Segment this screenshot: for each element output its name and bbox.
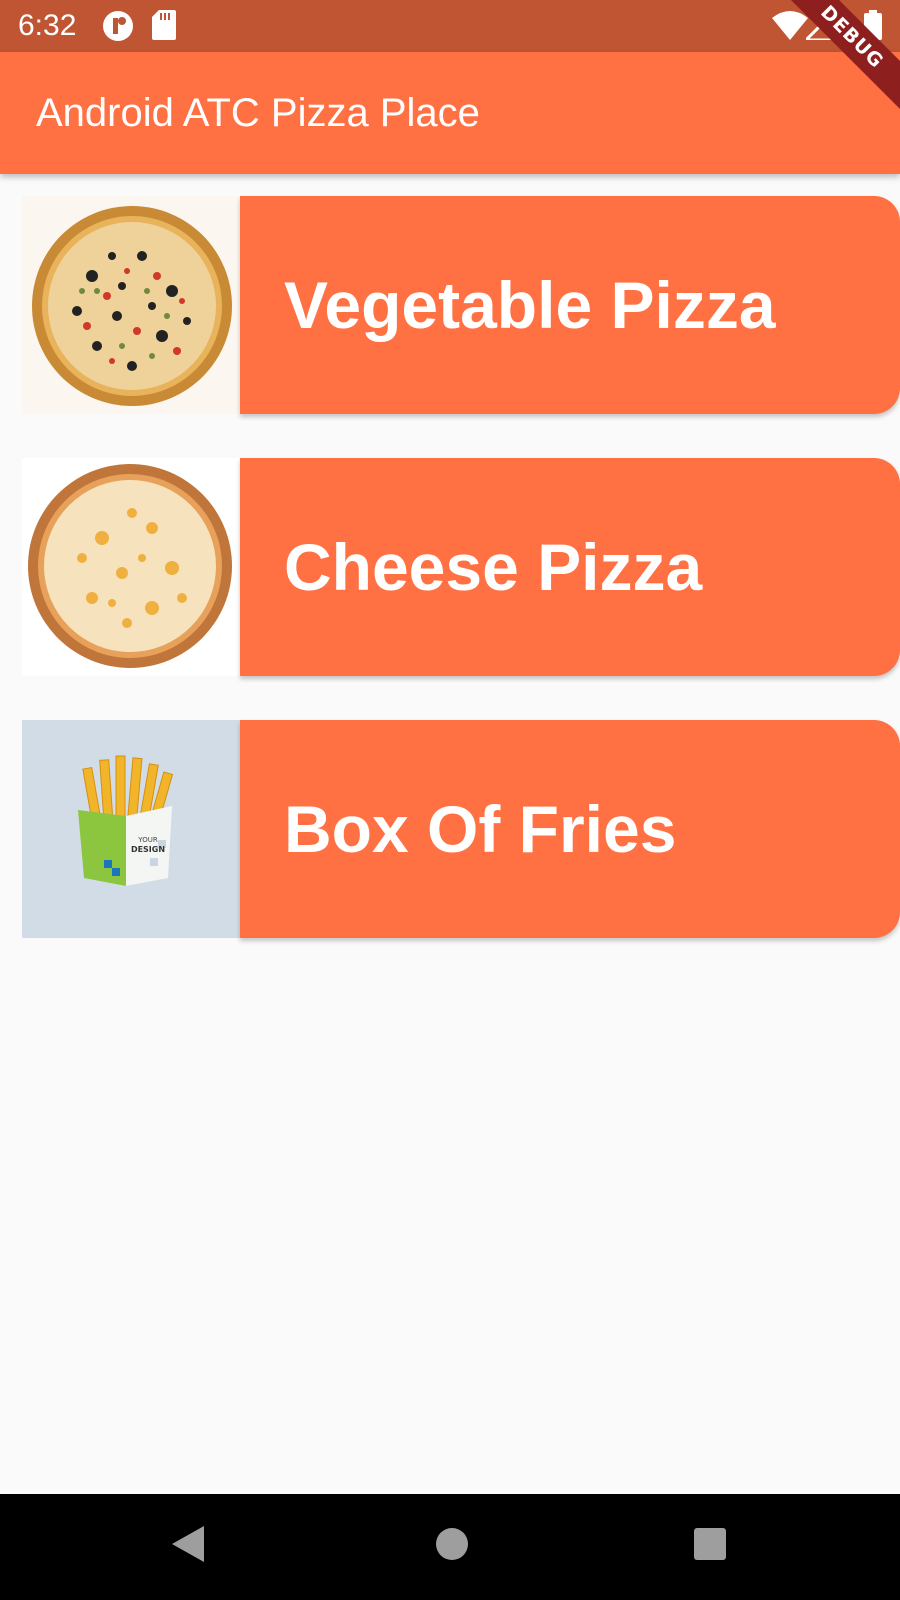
menu-item-box-of-fries[interactable]: YOUR DESIGN Box Of Fries — [22, 720, 900, 938]
cheese-pizza-image — [22, 458, 240, 676]
box-print-line-1: YOUR — [137, 836, 158, 844]
menu-item-cheese-pizza[interactable]: Cheese Pizza — [22, 458, 900, 676]
menu-item-label: Box Of Fries — [284, 792, 677, 866]
box-print-line-2: DESIGN — [131, 845, 165, 854]
menu-item-label-panel: Cheese Pizza — [240, 458, 900, 676]
status-bar: 6:32 — [0, 0, 900, 52]
home-icon[interactable] — [432, 1524, 472, 1569]
recents-icon[interactable] — [692, 1524, 728, 1569]
sd-card-icon — [152, 10, 176, 45]
navigation-bar — [0, 1494, 900, 1600]
app-bar: Android ATC Pizza Place — [0, 52, 900, 174]
cloud-sync-icon — [102, 10, 134, 47]
menu-list: Vegetable Pizza Cheese Pizza YOUR DESIGN… — [22, 196, 900, 982]
menu-item-vegetable-pizza[interactable]: Vegetable Pizza — [22, 196, 900, 414]
menu-item-label: Vegetable Pizza — [284, 268, 776, 342]
back-icon[interactable] — [170, 1524, 206, 1569]
menu-item-label-panel: Vegetable Pizza — [240, 196, 900, 414]
app-title: Android ATC Pizza Place — [36, 91, 480, 135]
fries-box-image: YOUR DESIGN — [22, 720, 240, 938]
status-time: 6:32 — [18, 9, 77, 42]
menu-item-label: Cheese Pizza — [284, 530, 703, 604]
menu-item-label-panel: Box Of Fries — [240, 720, 900, 938]
vegetable-pizza-image — [22, 196, 240, 414]
wifi-icon — [772, 10, 808, 45]
